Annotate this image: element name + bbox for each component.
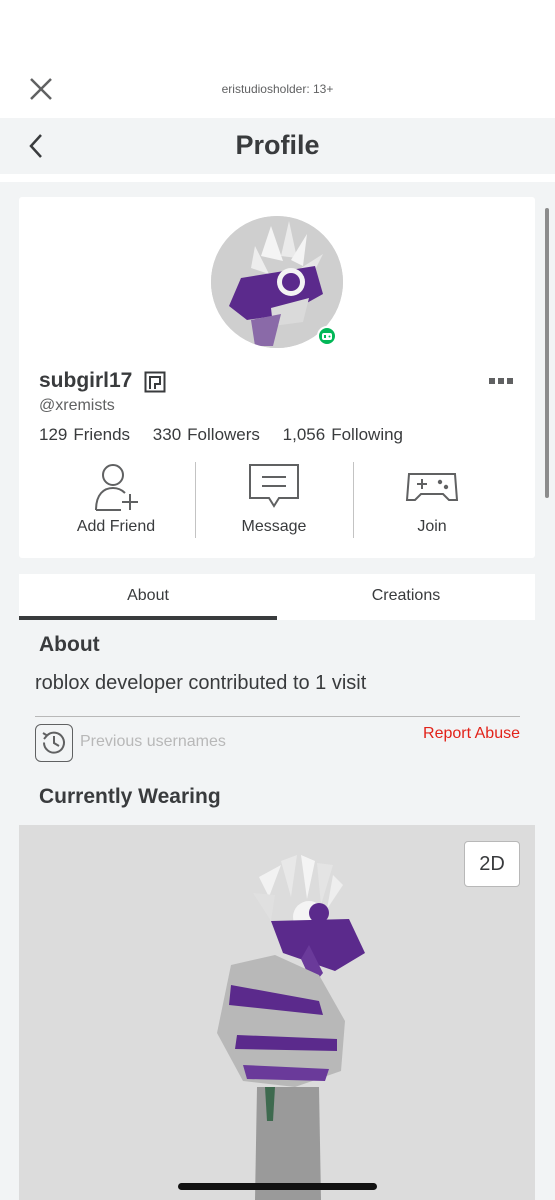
profile-card: subgirl17 @xremists 129 Friends 330 Follow… [19,197,535,558]
following-count: 1,056 [282,425,326,444]
avatar-render [19,825,535,1200]
gamepad-icon [405,473,459,501]
toggle-2d-button[interactable]: 2D [464,841,520,887]
page-title: Profile [235,130,320,160]
scrollbar[interactable] [545,208,549,498]
add-friend-label: Add Friend [76,518,156,535]
join-label: Join [417,518,447,535]
add-friend-icon [95,464,138,511]
more-icon [489,378,513,384]
following-stat[interactable]: 1,056 Following [283,425,421,444]
premium-icon [144,371,166,393]
friends-stat[interactable]: 129 Friends [39,425,148,444]
join-button[interactable]: Join [353,460,511,540]
history-icon [42,731,65,754]
nav-bar: Profile [0,118,555,174]
friends-count: 129 [39,425,68,444]
followers-count: 330 [152,425,182,444]
account-age-label: eristudiosholder: 13+ [221,82,334,96]
top-bar: eristudiosholder: 13+ [0,0,555,118]
gamepad-icon [322,333,332,340]
avatar[interactable] [211,216,343,348]
online-presence-badge [317,326,337,346]
profile-stats: 129 Friends 330 Followers 1,056 Following [39,425,421,445]
profile-actions: Add Friend Message Join [19,460,535,540]
friends-label: Friends [73,425,131,444]
header-divider [0,174,555,182]
previous-usernames-label: Previous usernames [80,733,226,750]
currently-wearing-heading: Currently Wearing [39,785,221,808]
followers-label: Followers [187,425,260,444]
message-icon [249,464,299,508]
tab-creations[interactable]: Creations [277,574,535,620]
username: @xremists [39,397,115,414]
report-abuse-link[interactable]: Report Abuse [423,725,520,743]
about-heading: About [39,633,100,656]
tab-about[interactable]: About [19,574,277,620]
avatar-3d-view[interactable]: 2D [19,825,535,1200]
about-description: roblox developer contributed to 1 visit [35,672,367,694]
following-label: Following [331,425,404,444]
add-friend-button[interactable]: Add Friend [37,460,195,540]
display-name: subgirl17 [39,369,133,392]
profile-tabs: About Creations [19,574,535,620]
message-label: Message [241,518,307,535]
about-divider [35,716,520,717]
message-button[interactable]: Message [195,460,353,540]
followers-stat[interactable]: 330 Followers [153,425,278,444]
previous-usernames-button[interactable] [35,724,73,762]
more-options-button[interactable] [488,373,514,384]
home-indicator[interactable] [178,1183,377,1190]
